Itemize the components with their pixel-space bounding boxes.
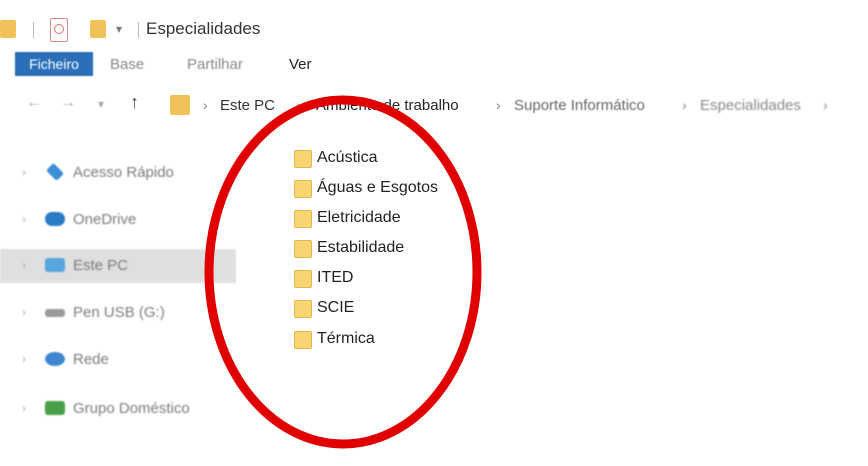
sidebar-item-label: Este PC	[73, 257, 129, 274]
sidebar-item-label: Grupo Doméstico	[73, 400, 190, 417]
sidebar-item-onedrive[interactable]: › OneDrive	[0, 203, 236, 237]
folder-icon	[294, 331, 312, 349]
list-item[interactable]: Águas e Esgotos	[290, 174, 550, 202]
folder-icon	[294, 180, 312, 198]
toolbar-separator	[33, 22, 34, 38]
up-arrow-icon[interactable]: ↑	[130, 92, 139, 113]
star-icon	[45, 162, 65, 182]
computer-icon	[45, 258, 65, 272]
sidebar-item-este-pc[interactable]: › Este PC	[0, 249, 236, 283]
ribbon: Ficheiro Base Partilhar Ver	[0, 52, 868, 80]
tab-ver[interactable]: Ver	[289, 56, 312, 73]
folder-icon	[294, 210, 312, 228]
folder-name: Acústica	[317, 149, 378, 166]
sidebar-item-pen-usb[interactable]: › Pen USB (G:)	[0, 296, 236, 330]
customize-toolbar-icon[interactable]: ▾	[116, 22, 122, 36]
sidebar-item-grupo-domestico[interactable]: › Grupo Doméstico	[0, 392, 236, 426]
chevron-right-icon[interactable]: ›	[22, 401, 26, 415]
tab-ficheiro[interactable]: Ficheiro	[15, 52, 93, 76]
folder-name: SCIE	[317, 299, 355, 316]
folder-icon	[0, 20, 16, 38]
network-icon	[45, 352, 65, 366]
window-title: Especialidades	[146, 19, 261, 38]
sidebar-item-acesso-rapido[interactable]: › Acesso Rápido	[0, 156, 236, 190]
chevron-right-icon[interactable]: ›	[22, 305, 26, 319]
forward-arrow-icon[interactable]: →	[60, 94, 76, 112]
folder-name: ITED	[317, 269, 354, 286]
cloud-icon	[45, 212, 65, 226]
usb-drive-icon	[45, 309, 65, 317]
chevron-right-icon[interactable]: ›	[22, 212, 26, 226]
chevron-right-icon[interactable]: ›	[22, 258, 26, 272]
list-item[interactable]: Térmica	[290, 325, 550, 353]
breadcrumb-chevron-icon[interactable]: ›	[496, 97, 501, 113]
folder-icon	[170, 95, 190, 115]
breadcrumb-chevron-icon[interactable]: ›	[823, 97, 828, 113]
folder-icon	[294, 150, 312, 168]
breadcrumb-ambiente-de-trabalho[interactable]: Ambiente de trabalho	[316, 97, 459, 114]
list-item[interactable]: Acústica	[290, 144, 550, 172]
folder-name: Eletricidade	[317, 209, 401, 226]
folder-icon	[294, 270, 312, 288]
sidebar-item-label: Pen USB (G:)	[73, 304, 165, 321]
breadcrumb-suporte-informatico[interactable]: Suporte Informático	[514, 97, 645, 114]
navigation-pane: › Acesso Rápido › OneDrive › Este PC › P…	[0, 140, 240, 466]
sidebar-item-label: Acesso Rápido	[73, 164, 174, 181]
properties-icon[interactable]	[50, 18, 68, 42]
list-item[interactable]: Estabilidade	[290, 234, 550, 262]
folder-name: Térmica	[317, 330, 375, 347]
breadcrumb-especialidades[interactable]: Especialidades	[700, 97, 801, 114]
back-arrow-icon[interactable]: ←	[26, 94, 42, 112]
breadcrumb-este-pc[interactable]: Este PC	[220, 97, 275, 114]
folder-name: Estabilidade	[317, 239, 405, 256]
tab-base[interactable]: Base	[110, 56, 144, 73]
new-folder-icon[interactable]	[90, 20, 106, 38]
toolbar-separator	[138, 22, 139, 38]
breadcrumb-chevron-icon[interactable]: ›	[203, 97, 208, 113]
folder-icon	[294, 240, 312, 258]
chevron-down-icon[interactable]: ▾	[98, 97, 104, 111]
list-item[interactable]: ITED	[290, 264, 550, 292]
list-item[interactable]: Eletricidade	[290, 204, 550, 232]
folder-name: Águas e Esgotos	[317, 179, 438, 196]
sidebar-item-label: Rede	[73, 351, 109, 368]
list-item[interactable]: SCIE	[290, 294, 550, 322]
sidebar-item-label: OneDrive	[73, 211, 137, 228]
chevron-right-icon[interactable]: ›	[22, 165, 26, 179]
address-bar: ← → ▾ ↑ › Este PC › Ambiente de trabalho…	[0, 86, 868, 126]
breadcrumb-chevron-icon[interactable]: ›	[682, 97, 687, 113]
folder-icon	[294, 300, 312, 318]
tab-partilhar[interactable]: Partilhar	[187, 56, 243, 73]
homegroup-icon	[45, 401, 65, 415]
sidebar-item-rede[interactable]: › Rede	[0, 343, 236, 377]
chevron-right-icon[interactable]: ›	[22, 352, 26, 366]
title-bar: ▾ Especialidades	[0, 0, 868, 50]
breadcrumb-chevron-icon[interactable]: ›	[296, 97, 301, 113]
